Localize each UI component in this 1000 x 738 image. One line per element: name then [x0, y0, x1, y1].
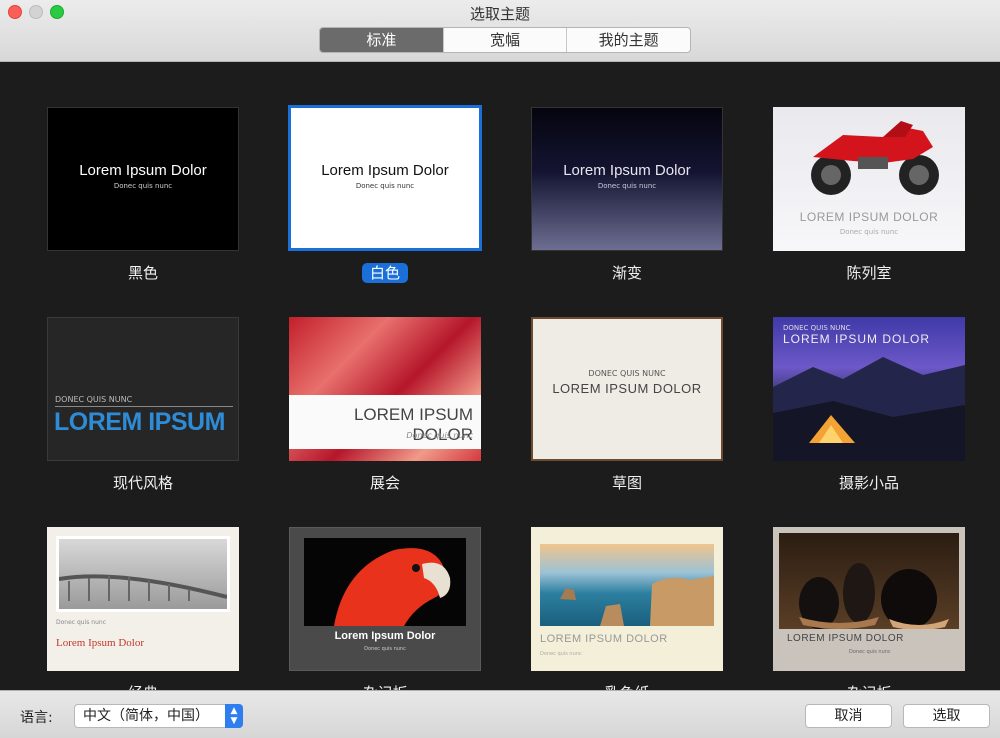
- theme-card-showroom[interactable]: LOREM IPSUM DOLOR Donec quis nunc: [773, 107, 965, 251]
- theme-label: 渐变: [611, 264, 642, 282]
- language-label: 语言:: [20, 710, 53, 726]
- theme-card-scrapbook[interactable]: Lorem Ipsum Dolor Donec quis nunc: [289, 527, 481, 671]
- theme-title: LOREM IPSUM DOLOR: [787, 633, 904, 644]
- theme-title: LOREM IPSUM DOLOR: [552, 381, 702, 396]
- language-value: 中文（简体，中国）: [83, 708, 209, 724]
- theme-subtitle: DONEC QUIS NUNC: [783, 324, 851, 332]
- theme-subtitle: Donec quis nunc: [540, 651, 582, 657]
- theme-title: Lorem Ipsum Dolor: [563, 162, 691, 179]
- theme-subtitle: Donec quis nunc: [113, 182, 173, 190]
- theme-size-tabs: 标准 宽幅 我的主题: [319, 27, 691, 53]
- tab-widescreen[interactable]: 宽幅: [444, 28, 568, 52]
- theme-card-classic[interactable]: Lorem Ipsum Dolor Donec quis nunc: [47, 527, 239, 671]
- theme-subtitle: Donec quis nunc: [355, 182, 415, 190]
- theme-subtitle: DONEC QUIS NUNC: [55, 395, 133, 404]
- theme-card-exhibition[interactable]: LOREM IPSUM DOLOR Donec quis nunc: [289, 317, 481, 461]
- bottom-bar: 语言: 中文（简体，中国） ▲ ▼ 取消 选取: [0, 690, 1000, 738]
- choose-button[interactable]: 选取: [903, 704, 990, 728]
- theme-card-sketch[interactable]: DONEC QUIS NUNC LOREM IPSUM DOLOR: [531, 317, 723, 461]
- theme-title: Lorem Ipsum Dolor: [321, 162, 449, 179]
- theme-card-gradient[interactable]: Lorem Ipsum Dolor Donec quis nunc: [531, 107, 723, 251]
- theme-subtitle: Donec quis nunc: [849, 649, 891, 655]
- theme-title: LOREM IPSUM DOLOR: [783, 332, 931, 346]
- window-title: 选取主题: [469, 5, 530, 23]
- theme-grid: Lorem Ipsum Dolor Donec quis nunc 黑色 Lor…: [0, 62, 1000, 702]
- theme-subtitle: Donec quis nunc: [839, 228, 899, 236]
- theme-title: Lorem Ipsum Dolor: [79, 162, 207, 179]
- theme-label: 摄影小品: [838, 474, 899, 492]
- theme-subtitle: DONEC QUIS NUNC: [588, 369, 666, 378]
- theme-card-photo-essay[interactable]: DONEC QUIS NUNC LOREM IPSUM DOLOR: [773, 317, 965, 461]
- theme-card-black[interactable]: Lorem Ipsum Dolor Donec quis nunc: [47, 107, 239, 251]
- language-select[interactable]: 中文（简体，中国） ▲ ▼: [74, 704, 243, 728]
- theme-label: 陈列室: [846, 264, 892, 282]
- chevron-up-down-icon: ▲ ▼: [225, 704, 243, 728]
- parrot-image: [304, 538, 466, 626]
- title-bar: 选取主题 标准 宽幅 我的主题: [0, 0, 1000, 62]
- theme-card-scrapbook-pottery[interactable]: LOREM IPSUM DOLOR Donec quis nunc: [773, 527, 965, 671]
- theme-title: LOREM IPSUM: [54, 408, 225, 436]
- theme-label: 展会: [369, 474, 400, 492]
- theme-title: LOREM IPSUM DOLOR: [799, 210, 939, 224]
- tab-my-themes[interactable]: 我的主题: [567, 28, 690, 52]
- coast-image: [540, 544, 714, 626]
- theme-label: 黑色: [127, 264, 158, 282]
- theme-title: Lorem Ipsum Dolor: [56, 637, 144, 649]
- pottery-image: [779, 533, 959, 629]
- tab-standard[interactable]: 标准: [320, 28, 444, 52]
- divider: [55, 406, 233, 407]
- theme-label: 草图: [611, 474, 642, 492]
- theme-title: LOREM IPSUM DOLOR: [540, 633, 668, 645]
- theme-label: 现代风格: [112, 474, 173, 492]
- theme-card-cream-paper[interactable]: LOREM IPSUM DOLOR Donec quis nunc: [531, 527, 723, 671]
- cancel-button[interactable]: 取消: [805, 704, 892, 728]
- motorcycle-image: [811, 121, 939, 195]
- theme-card-modern[interactable]: DONEC QUIS NUNC LOREM IPSUM: [47, 317, 239, 461]
- theme-card-white[interactable]: Lorem Ipsum Dolor Donec quis nunc: [288, 105, 482, 251]
- theme-subtitle: Donec quis nunc: [597, 182, 657, 190]
- theme-title: Lorem Ipsum Dolor: [334, 630, 436, 642]
- theme-subtitle: Donec quis nunc: [406, 431, 473, 440]
- theme-label-selected: 白色: [289, 262, 481, 283]
- theme-subtitle: Donec quis nunc: [364, 646, 406, 652]
- theme-subtitle: Donec quis nunc: [56, 619, 107, 626]
- bridge-image: [56, 536, 230, 612]
